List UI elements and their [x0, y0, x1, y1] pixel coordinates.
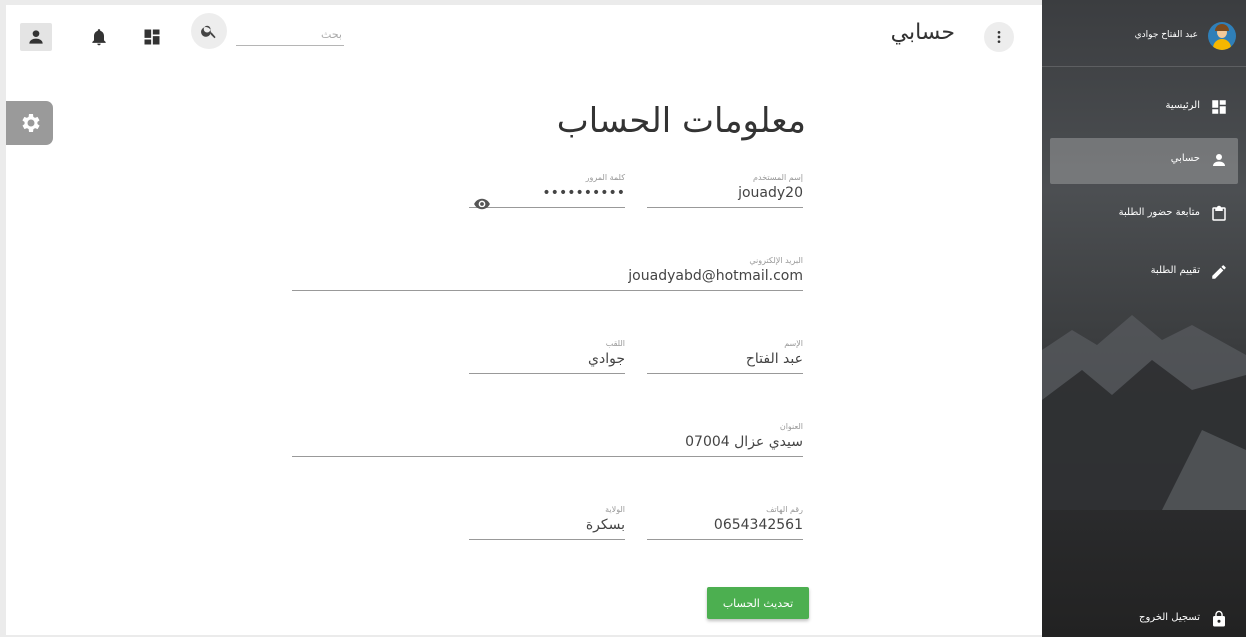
sidebar-item-label: تقييم الطلبة	[1150, 265, 1200, 276]
logout-button[interactable]: تسجيل الخروج	[1050, 597, 1238, 637]
pencil-icon	[1210, 263, 1228, 281]
sidebar-item-label: حسابي	[1170, 153, 1200, 164]
username-value[interactable]: jouady20	[647, 185, 803, 208]
password-value[interactable]: ••••••••••	[469, 185, 625, 208]
last-name-field[interactable]: اللقب جوادي	[469, 339, 625, 374]
sidebar-item-home[interactable]: الرئيسية	[1050, 85, 1238, 131]
last-name-label: اللقب	[605, 339, 625, 348]
eye-icon	[474, 198, 490, 210]
sidebar-user-name: عبد الفتاح جوادي	[1134, 30, 1198, 40]
password-label: كلمة المرور	[585, 173, 625, 182]
sidebar-item-label: الرئيسية	[1165, 100, 1200, 111]
search-input[interactable]	[236, 23, 344, 46]
lock-icon	[1210, 610, 1228, 628]
address-value[interactable]: سيدي عزال 07004	[292, 434, 803, 457]
account-button[interactable]	[20, 23, 52, 51]
bell-icon	[92, 29, 106, 46]
state-field[interactable]: الولاية بسكرة	[469, 505, 625, 540]
mountain-background	[1042, 315, 1246, 510]
settings-button[interactable]	[6, 101, 53, 145]
phone-value[interactable]: 0654342561	[647, 517, 803, 540]
form-title: معلومات الحساب	[556, 101, 806, 141]
person-icon	[29, 30, 43, 44]
avatar	[1208, 22, 1236, 50]
sidebar: عبد الفتاح جوادي الرئيسية حسابي متابعة ح…	[1042, 0, 1246, 637]
address-field[interactable]: العنوان سيدي عزال 07004	[292, 422, 803, 457]
username-label: إسم المستخدم	[753, 173, 803, 182]
sidebar-item-attendance[interactable]: متابعة حضور الطلبة	[1050, 192, 1238, 238]
dashboard-button[interactable]	[137, 22, 167, 52]
email-label: البريد الإلكتروني	[749, 256, 803, 265]
first-name-label: الإسم	[784, 339, 803, 348]
email-value[interactable]: jouadyabd@hotmail.com	[292, 268, 803, 291]
last-name-value[interactable]: جوادي	[469, 351, 625, 374]
first-name-field[interactable]: الإسم عبد الفتاح	[647, 339, 803, 374]
person-icon	[1210, 151, 1228, 169]
sidebar-item-my-account[interactable]: حسابي	[1050, 138, 1238, 184]
state-label: الولاية	[605, 505, 625, 514]
email-field[interactable]: البريد الإلكتروني jouadyabd@hotmail.com	[292, 256, 803, 291]
update-account-button[interactable]: تحديث الحساب	[707, 587, 809, 619]
clipboard-icon	[1210, 205, 1228, 223]
gear-icon	[21, 114, 40, 132]
search-icon	[201, 25, 216, 39]
toggle-password-visibility[interactable]	[473, 195, 491, 213]
search-button[interactable]	[191, 13, 227, 49]
phone-label: رقم الهاتف	[766, 505, 803, 514]
logout-label: تسجيل الخروج	[1138, 612, 1200, 623]
dashboard-icon	[144, 29, 160, 45]
page-title: حسابي	[890, 20, 955, 45]
sidebar-user[interactable]: عبد الفتاح جوادي	[1042, 0, 1246, 67]
notifications-button[interactable]	[84, 22, 114, 52]
password-field[interactable]: كلمة المرور ••••••••••	[469, 173, 625, 208]
sidebar-item-label: متابعة حضور الطلبة	[1118, 207, 1200, 218]
phone-field[interactable]: رقم الهاتف 0654342561	[647, 505, 803, 540]
sidebar-item-grading[interactable]: تقييم الطلبة	[1050, 250, 1238, 296]
dashboard-icon	[1210, 98, 1228, 116]
more-vert-icon	[997, 31, 1001, 43]
more-options-button[interactable]	[984, 22, 1014, 52]
address-label: العنوان	[779, 422, 803, 431]
state-value[interactable]: بسكرة	[469, 517, 625, 540]
username-field[interactable]: إسم المستخدم jouady20	[647, 173, 803, 208]
main-panel: حسابي معلومات الحساب إسم المستخدم jouady…	[6, 5, 1042, 635]
first-name-value[interactable]: عبد الفتاح	[647, 351, 803, 374]
